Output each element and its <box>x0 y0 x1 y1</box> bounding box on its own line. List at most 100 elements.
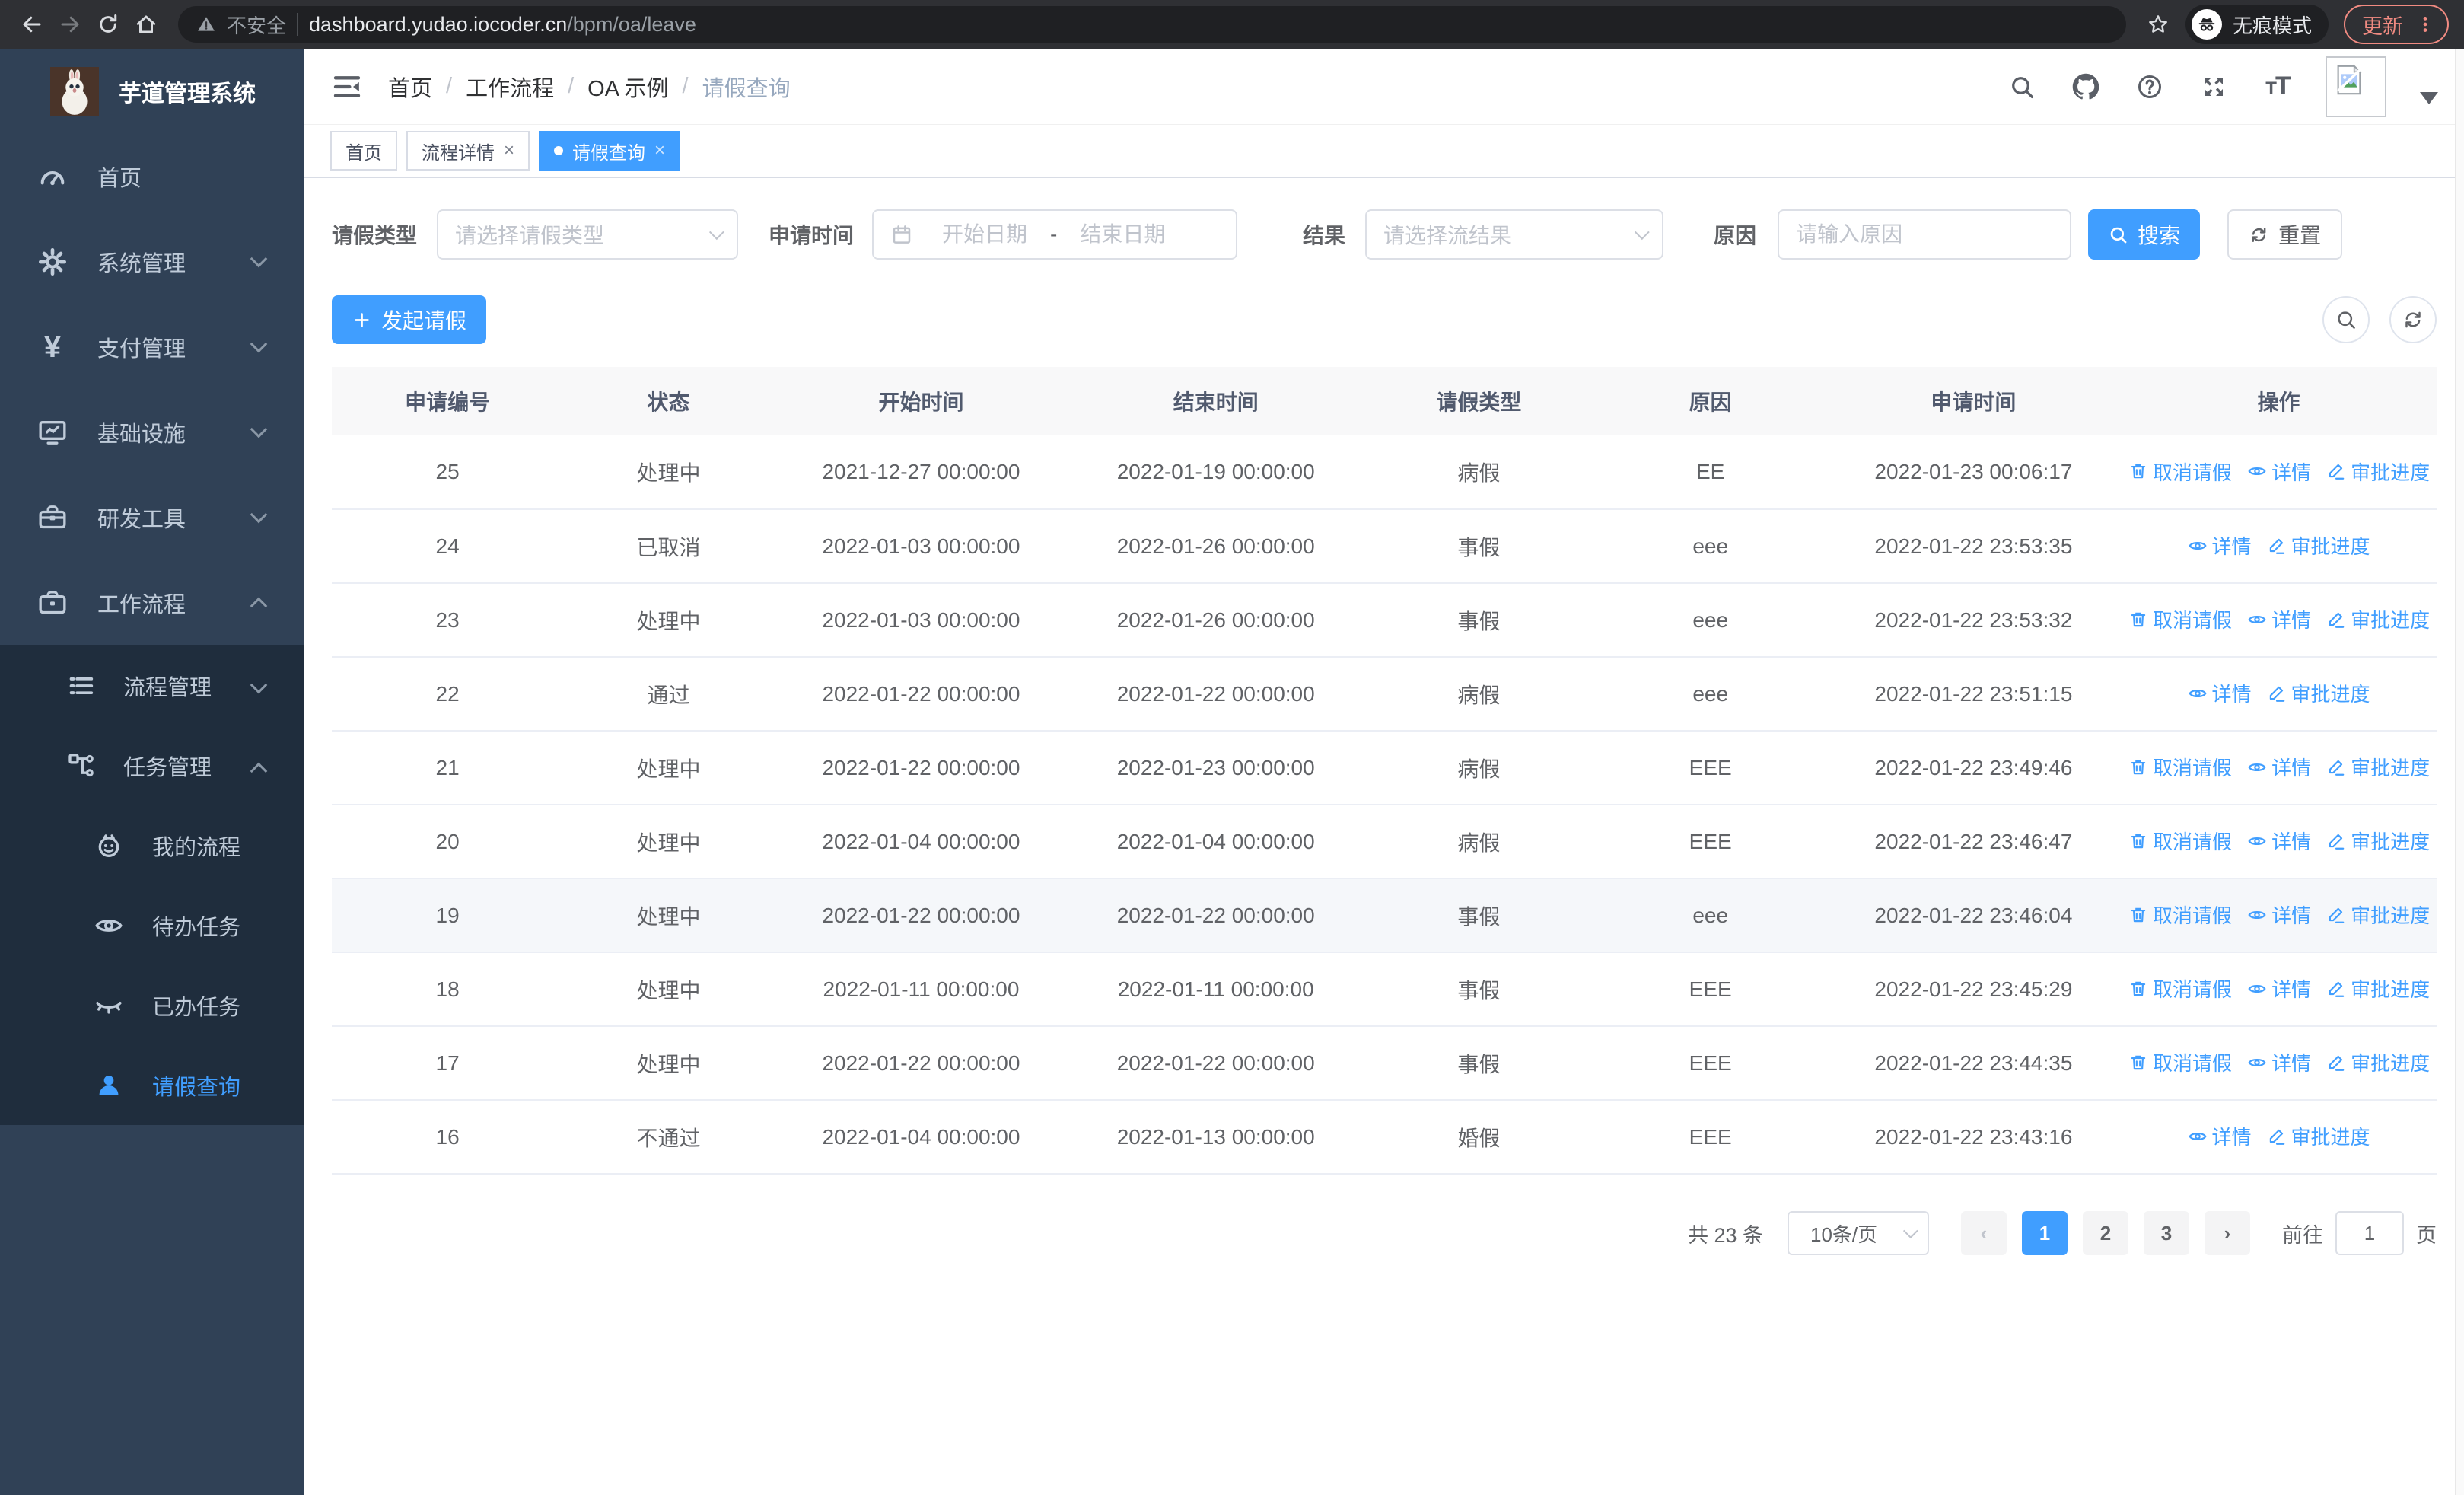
reason-input[interactable] <box>1796 222 2054 247</box>
apply-time-range-picker[interactable]: - <box>872 209 1238 260</box>
sidebar-item-待办任务[interactable]: 待办任务 <box>0 885 304 965</box>
cell-actions: 取消请假 详情 审批进度 <box>2121 731 2437 805</box>
detail-link[interactable]: 详情 <box>2188 1122 2252 1150</box>
progress-link[interactable]: 审批进度 <box>2326 753 2430 781</box>
goto-page-input[interactable] <box>2335 1211 2404 1255</box>
cancel-link[interactable]: 取消请假 <box>2128 605 2232 633</box>
cancel-link[interactable]: 取消请假 <box>2128 1048 2232 1076</box>
detail-link[interactable]: 详情 <box>2188 531 2252 559</box>
fontsize-button[interactable]: TT <box>2262 71 2294 103</box>
robot-icon <box>93 830 125 862</box>
detail-link[interactable]: 详情 <box>2247 901 2311 929</box>
tab-首页[interactable]: 首页 <box>330 131 397 171</box>
incognito-label: 无痕模式 <box>2232 14 2312 37</box>
toggle-search-button[interactable] <box>2322 296 2370 343</box>
close-icon[interactable]: × <box>654 142 665 160</box>
browser-back-button[interactable] <box>15 8 49 41</box>
tab-流程详情[interactable]: 流程详情 × <box>406 131 530 171</box>
detail-link[interactable]: 详情 <box>2188 679 2252 707</box>
progress-link[interactable]: 审批进度 <box>2326 1048 2430 1076</box>
cancel-link[interactable]: 取消请假 <box>2128 901 2232 929</box>
page-button-3[interactable]: 3 <box>2144 1211 2189 1255</box>
page-scrollbar[interactable] <box>2455 49 2464 1495</box>
table-header-row: 申请编号 状态 开始时间 结束时间 请假类型 原因 申请时间 操作 <box>332 367 2437 435</box>
tab-请假查询[interactable]: 请假查询 × <box>539 131 681 171</box>
cancel-link[interactable]: 取消请假 <box>2128 827 2232 855</box>
end-date-input[interactable] <box>1062 222 1184 247</box>
progress-link[interactable]: 审批进度 <box>2326 901 2430 929</box>
breadcrumb-item-1[interactable]: 工作流程 <box>466 71 554 103</box>
progress-link[interactable]: 审批进度 <box>2326 974 2430 1003</box>
detail-link[interactable]: 详情 <box>2247 457 2311 486</box>
page-button-2[interactable]: 2 <box>2083 1211 2128 1255</box>
omnibox-divider <box>297 13 299 36</box>
bookmark-star-button[interactable] <box>2141 8 2175 41</box>
leave-type-select[interactable]: 请选择请假类型 <box>437 209 739 260</box>
github-button[interactable] <box>2070 71 2102 103</box>
update-button[interactable]: 更新 <box>2362 10 2403 40</box>
avatar[interactable] <box>2326 56 2386 117</box>
start-date-input[interactable] <box>924 222 1046 247</box>
progress-link[interactable]: 审批进度 <box>2267 679 2370 707</box>
progress-link[interactable]: 审批进度 <box>2326 457 2430 486</box>
cell-end: 2022-01-26 00:00:00 <box>1068 509 1364 584</box>
progress-link[interactable]: 审批进度 <box>2326 827 2430 855</box>
browser-home-button[interactable] <box>129 8 163 41</box>
next-page-button[interactable]: › <box>2205 1211 2250 1255</box>
browser-forward-button[interactable] <box>53 8 87 41</box>
page-size-select[interactable]: 10条/页 <box>1788 1211 1929 1255</box>
sidebar-item-已办任务[interactable]: 已办任务 <box>0 965 304 1045</box>
detail-link[interactable]: 详情 <box>2247 1048 2311 1076</box>
sidebar-collapse-button[interactable] <box>330 70 364 104</box>
breadcrumb-item-2[interactable]: OA 示例 <box>587 71 668 103</box>
column-header-2: 开始时间 <box>773 367 1069 435</box>
fullscreen-button[interactable] <box>2198 71 2230 103</box>
url-bar[interactable]: 不安全 dashboard.yudao.iocoder.cn/bpm/oa/le… <box>178 6 2126 43</box>
result-select[interactable]: 请选择流结果 <box>1365 209 1664 260</box>
sidebar-logo[interactable]: 芋道管理系统 <box>0 49 304 134</box>
detail-link[interactable]: 详情 <box>2247 974 2311 1003</box>
breadcrumb-item-0[interactable]: 首页 <box>388 71 432 103</box>
sidebar-item-系统管理[interactable]: 系统管理 <box>0 219 304 304</box>
cancel-link[interactable]: 取消请假 <box>2128 457 2232 486</box>
cell-start: 2022-01-04 00:00:00 <box>773 1100 1069 1175</box>
prev-page-button[interactable]: ‹ <box>1961 1211 2007 1255</box>
create-leave-button[interactable]: 发起请假 <box>332 295 487 344</box>
sidebar-item-支付管理[interactable]: ¥ 支付管理 <box>0 304 304 390</box>
sidebar-item-流程管理[interactable]: 流程管理 <box>0 645 304 725</box>
detail-link[interactable]: 详情 <box>2247 827 2311 855</box>
cancel-link[interactable]: 取消请假 <box>2128 974 2232 1003</box>
progress-link[interactable]: 审批进度 <box>2267 531 2370 559</box>
security-warning-icon[interactable] <box>196 14 216 34</box>
cell-start: 2022-01-22 00:00:00 <box>773 657 1069 732</box>
sidebar-item-工作流程[interactable]: 工作流程 <box>0 560 304 645</box>
refresh-table-button[interactable] <box>2389 296 2437 343</box>
close-icon[interactable]: × <box>504 142 514 160</box>
detail-link[interactable]: 详情 <box>2247 605 2311 633</box>
sidebar-item-研发工具[interactable]: 研发工具 <box>0 475 304 560</box>
cell-end: 2022-01-04 00:00:00 <box>1068 805 1364 879</box>
sidebar-item-任务管理[interactable]: 任务管理 <box>0 725 304 805</box>
cell-status: 处理中 <box>563 878 774 953</box>
cell-type: 病假 <box>1363 805 1595 879</box>
sidebar-item-我的流程[interactable]: 我的流程 <box>0 805 304 885</box>
detail-link[interactable]: 详情 <box>2247 753 2311 781</box>
avatar-dropdown-caret-icon[interactable] <box>2420 91 2438 104</box>
sidebar-item-首页[interactable]: 首页 <box>0 134 304 219</box>
help-button[interactable] <box>2134 71 2166 103</box>
sidebar-item-请假查询[interactable]: 请假查询 <box>0 1045 304 1125</box>
progress-link[interactable]: 审批进度 <box>2326 605 2430 633</box>
page-button-1[interactable]: 1 <box>2022 1211 2068 1255</box>
browser-menu-button[interactable] <box>2415 14 2435 34</box>
plus-icon <box>355 312 369 327</box>
browser-reload-button[interactable] <box>91 8 125 41</box>
tab-label: 首页 <box>345 142 382 164</box>
sidebar-item-基础设施[interactable]: 基础设施 <box>0 390 304 475</box>
cancel-link[interactable]: 取消请假 <box>2128 753 2232 781</box>
table-body: 25 处理中 2021-12-27 00:00:00 2022-01-19 00:00… <box>332 435 2437 1175</box>
search-button[interactable]: 搜索 <box>2088 209 2201 260</box>
progress-link[interactable]: 审批进度 <box>2267 1122 2370 1150</box>
reset-button[interactable]: 重置 <box>2227 209 2343 260</box>
table-row-23: 23 处理中 2022-01-03 00:00:00 2022-01-26 00:00… <box>332 583 2437 658</box>
header-search-button[interactable] <box>2006 71 2038 103</box>
